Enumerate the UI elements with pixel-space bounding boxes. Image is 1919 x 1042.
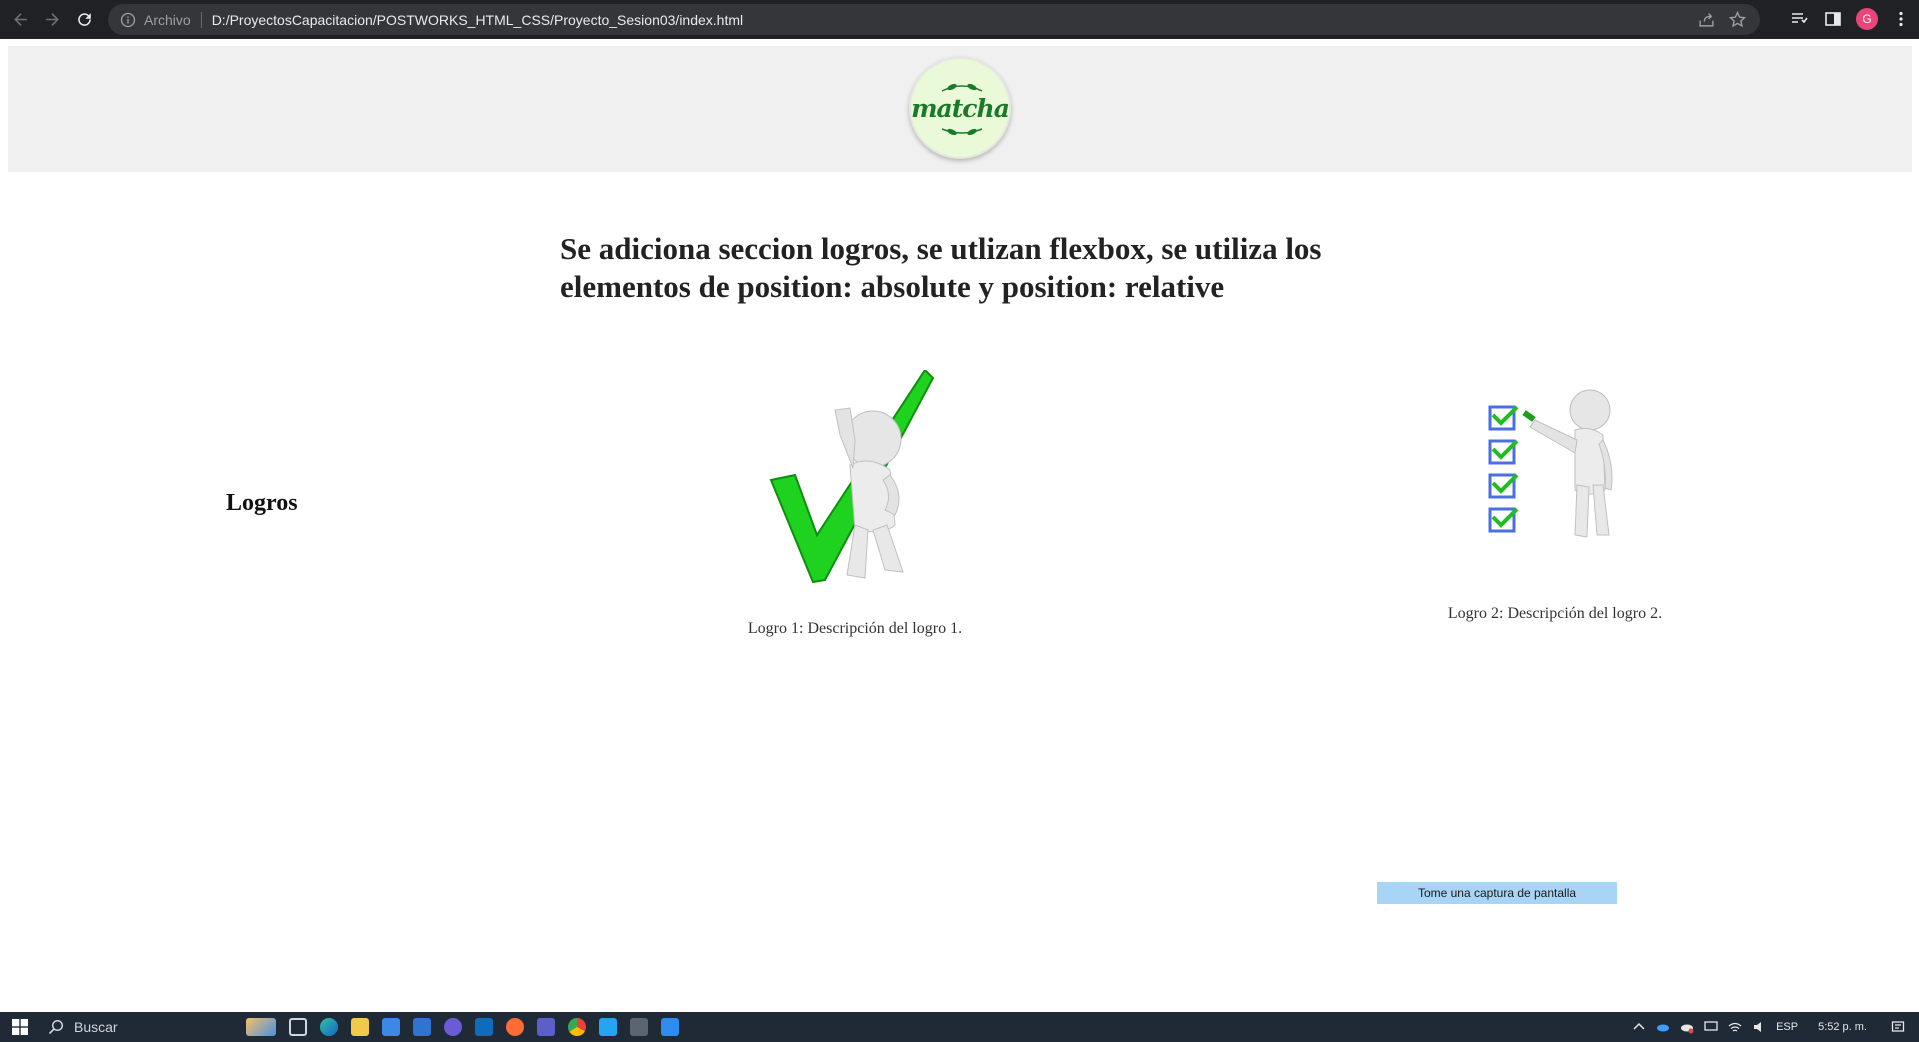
achievement-card-1: Logro 1: Descripción del logro 1. xyxy=(740,368,970,638)
teams-icon[interactable] xyxy=(537,1018,555,1036)
media-icon[interactable] xyxy=(444,1018,462,1036)
achievement-card-2: Logro 2: Descripción del logro 2. xyxy=(1440,385,1670,623)
store-icon[interactable] xyxy=(382,1018,400,1036)
back-icon[interactable] xyxy=(8,8,32,32)
reload-icon[interactable] xyxy=(72,8,96,32)
screenshot-tooltip[interactable]: Tome una captura de pantalla xyxy=(1377,882,1617,904)
search-icon xyxy=(48,1019,64,1035)
taskbar-search[interactable]: Buscar xyxy=(40,1012,240,1042)
onedrive-icon[interactable] xyxy=(1656,1020,1670,1034)
side-panel-icon[interactable] xyxy=(1822,8,1844,30)
reading-list-icon[interactable] xyxy=(1788,8,1810,30)
url-text[interactable]: D:/ProyectosCapacitacion/POSTWORKS_HTML_… xyxy=(212,12,743,28)
snipping-tool-icon[interactable] xyxy=(661,1018,679,1036)
section-title-logros: Logros xyxy=(226,490,298,516)
wifi-icon[interactable] xyxy=(1728,1020,1742,1034)
menu-kebab-icon[interactable] xyxy=(1890,8,1912,30)
calculator-icon[interactable] xyxy=(630,1018,648,1036)
cloud-error-icon[interactable] xyxy=(1680,1020,1694,1034)
browser-toolbar: Archivo D:/ProyectosCapacitacion/POSTWOR… xyxy=(0,0,1919,39)
bookmark-star-icon[interactable] xyxy=(1729,11,1746,28)
address-bar[interactable]: Archivo D:/ProyectosCapacitacion/POSTWOR… xyxy=(108,4,1760,35)
omnibox-divider xyxy=(200,11,202,28)
share-icon[interactable] xyxy=(1698,11,1715,28)
scheme-label: Archivo xyxy=(144,11,191,28)
site-info-icon[interactable] xyxy=(120,12,136,28)
circle-app-icon[interactable] xyxy=(506,1018,524,1036)
mail-icon[interactable] xyxy=(413,1018,431,1036)
checkmark-figure-image xyxy=(769,368,935,584)
widgets-icon[interactable] xyxy=(246,1018,276,1036)
forward-icon[interactable] xyxy=(40,8,64,32)
logo-text: matcha xyxy=(911,93,1010,123)
file-explorer-icon[interactable] xyxy=(351,1018,369,1036)
search-placeholder: Buscar xyxy=(74,1019,118,1035)
language-indicator[interactable]: ESP xyxy=(1776,1021,1798,1033)
edge-browser-icon[interactable] xyxy=(320,1018,338,1036)
windows-start-icon[interactable] xyxy=(0,1012,40,1042)
outlook-icon[interactable] xyxy=(475,1018,493,1036)
matcha-logo: matcha xyxy=(909,57,1011,159)
volume-icon[interactable] xyxy=(1752,1020,1766,1034)
chevron-up-icon[interactable] xyxy=(1632,1020,1646,1034)
system-tray: ESP 5:52 p. m. xyxy=(1632,1012,1919,1042)
display-icon[interactable] xyxy=(1704,1020,1718,1034)
clock-time[interactable]: 5:52 p. m. xyxy=(1818,1021,1867,1033)
notifications-icon[interactable] xyxy=(1891,1020,1905,1034)
achievement-caption-1: Logro 1: Descripción del logro 1. xyxy=(747,620,963,637)
windows-taskbar: Buscar ESP 5:52 p. m. xyxy=(0,1012,1919,1042)
chrome-icon[interactable] xyxy=(568,1018,586,1036)
vscode-icon[interactable] xyxy=(599,1018,617,1036)
checklist-figure-image xyxy=(1488,389,1613,538)
task-view-icon[interactable] xyxy=(289,1018,307,1036)
achievement-caption-2: Logro 2: Descripción del logro 2. xyxy=(1447,605,1663,622)
page-headline: Se adiciona seccion logros, se utlizan f… xyxy=(560,231,1322,304)
profile-avatar[interactable]: G xyxy=(1856,8,1878,30)
